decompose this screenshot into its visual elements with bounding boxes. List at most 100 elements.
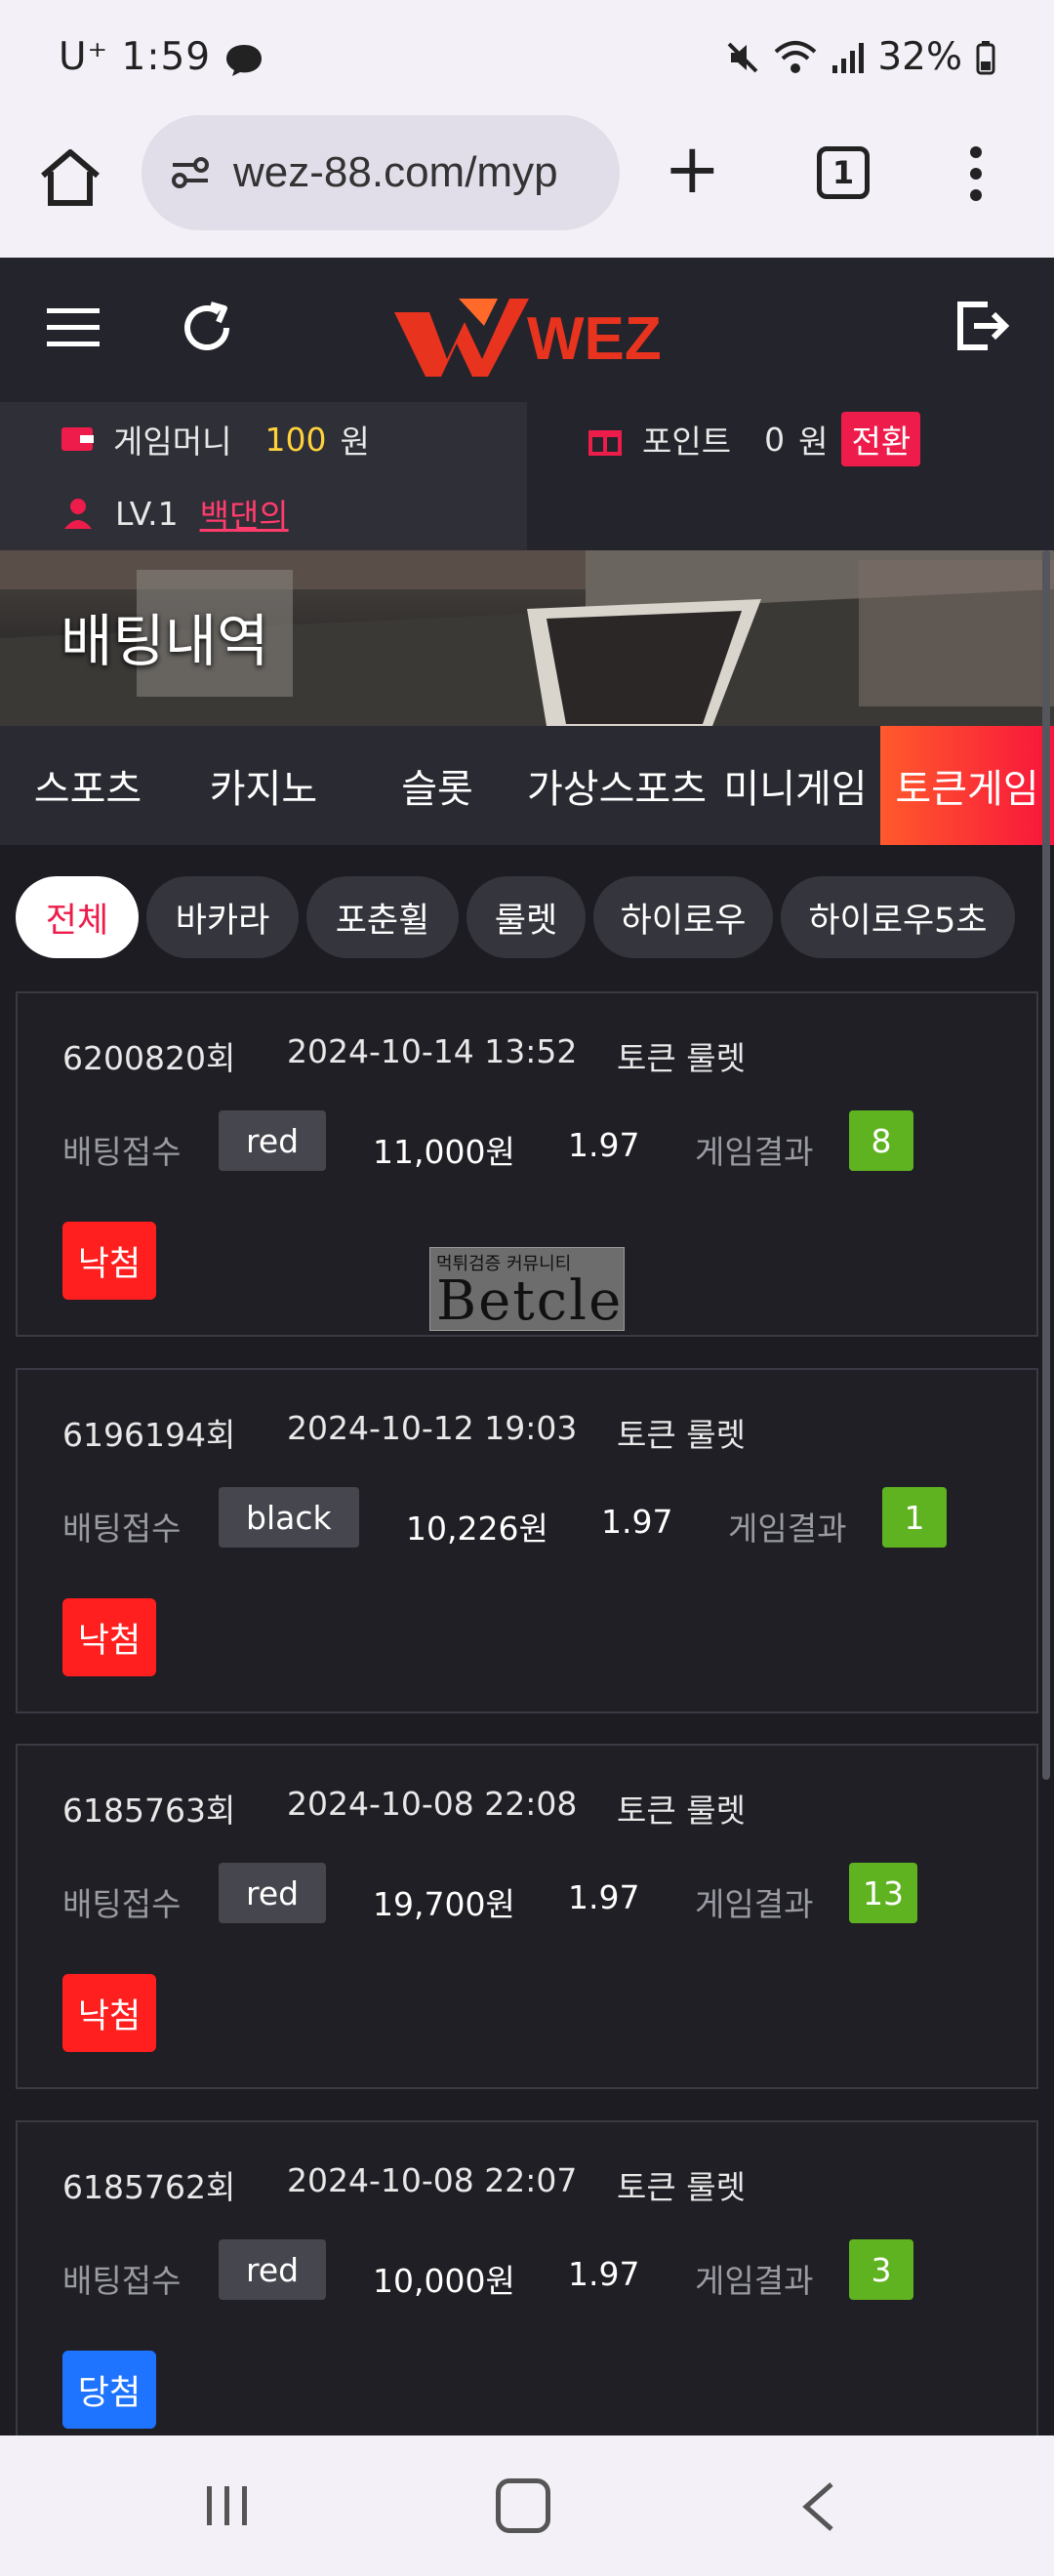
bet-amount: 10,226원 [406,1509,548,1548]
bet-round: 6200820회 [62,1039,236,1077]
point-unit: 원 [798,423,829,461]
url-text: wez-88.com/myp [233,148,558,196]
tab-virtual-sports[interactable]: 가상스포츠 [523,726,710,845]
signal-icon [832,42,865,73]
user-level: LV.1 백댄의 [0,476,527,550]
level-text: LV.1 [115,494,179,533]
user-icon [64,499,92,529]
site-header: WEZ [0,258,1054,402]
new-tab-button[interactable]: + [664,135,721,203]
messenger-icon [225,44,262,76]
result-label: 게임결과 [728,1509,847,1548]
bet-odds: 1.97 [601,1503,673,1541]
gift-icon [588,430,622,456]
tab-casino[interactable]: 카지노 [176,726,351,845]
user-info-row: LV.1 백댄의 [0,476,1054,550]
status-badge: 당첨 [62,2351,156,2429]
tab-token-game[interactable]: 토큰게임 [880,726,1054,845]
bet-round: 6185763회 [62,1791,236,1830]
tab-switcher-button[interactable]: 1 [817,146,870,199]
filter-roulette[interactable]: 룰렛 [466,876,586,958]
account-info-row: 게임머니 100 원 포인트 0 원 전환 [0,402,1054,476]
refresh-icon[interactable] [176,297,238,359]
status-badge: 낙첨 [62,1222,156,1300]
bet-datetime: 2024-10-12 19:03 [287,1409,578,1447]
battery-icon [976,40,995,74]
bet-pick: red [219,1110,327,1171]
bet-label: 배팅접수 [62,2262,182,2300]
status-badge: 낙첨 [62,1598,156,1676]
bet-label: 배팅접수 [62,1133,182,1171]
tab-sports[interactable]: 스포츠 [0,726,176,845]
bet-game: 토큰 룰렛 [617,1791,746,1830]
filter-fortune-wheel[interactable]: 포춘휠 [306,876,459,958]
wallet-icon [61,427,94,451]
result-badge: 1 [882,1487,947,1548]
logout-icon[interactable] [953,297,1011,355]
status-badge: 낙첨 [62,1974,156,2052]
scrollbar[interactable] [1042,550,1050,1780]
bet-label: 배팅접수 [62,1509,182,1548]
address-bar[interactable]: wez-88.com/myp [142,115,620,230]
point-value: 0 [764,420,786,459]
result-label: 게임결과 [695,2262,814,2300]
filter-all[interactable]: 전체 [16,876,139,958]
status-bar: U⁺ 1:59 32% [0,0,1054,115]
home-icon[interactable] [35,142,105,213]
game-money: 게임머니 100 원 [0,402,527,476]
bet-card: 6196194회 2024-10-12 19:03 토큰 룰렛 배팅접수 bla… [16,1368,1038,1713]
carrier-time: U⁺ 1:59 [59,35,264,79]
points: 포인트 0 원 전환 [527,402,1054,476]
bet-amount: 19,700원 [373,1885,515,1923]
bet-datetime: 2024-10-14 13:52 [287,1032,578,1070]
more-menu-icon[interactable] [968,144,984,203]
system-nav-bar [0,2435,1054,2576]
watermark: 먹튀검증 커뮤니티 Betcle [429,1247,625,1333]
recent-apps-icon[interactable] [203,2482,252,2529]
site-settings-icon[interactable] [169,151,212,194]
filter-baccarat[interactable]: 바카라 [146,876,299,958]
bet-odds: 1.97 [568,2255,640,2293]
bet-game: 토큰 룰렛 [617,1039,746,1077]
convert-button[interactable]: 전환 [841,412,921,466]
page: U⁺ 1:59 32% wez-88.com/myp + 1 WEZ 게임머니 … [0,0,1054,2576]
battery-percent: 32% [877,35,962,79]
tab-slot[interactable]: 슬롯 [351,726,523,845]
wifi-icon [774,40,817,73]
bet-datetime: 2024-10-08 22:07 [287,2161,578,2199]
bet-odds: 1.97 [568,1126,640,1164]
result-label: 게임결과 [695,1133,814,1171]
bet-pick: red [219,1863,327,1923]
filter-hilo[interactable]: 하이로우 [593,876,773,958]
filter-hilo-5sec[interactable]: 하이로우5초 [781,876,1015,958]
hamburger-menu-icon[interactable] [47,306,100,349]
point-label: 포인트 [642,423,732,461]
money-value: 100 [264,420,327,459]
watermark-logo: Betcle [436,1269,624,1333]
bet-game: 토큰 룰렛 [617,1416,746,1454]
bet-round: 6196194회 [62,1416,236,1454]
username-link[interactable]: 백댄의 [200,490,289,537]
bet-round: 6185762회 [62,2168,236,2206]
site-logo[interactable]: WEZ [390,283,673,381]
page-title: 배팅내역 [61,608,269,674]
bet-odds: 1.97 [568,1878,640,1916]
back-icon[interactable] [798,2480,837,2533]
bet-amount: 10,000원 [373,2262,515,2300]
result-badge: 3 [849,2239,913,2300]
bet-card: 6185762회 2024-10-08 22:07 토큰 룰렛 배팅접수 red… [16,2120,1038,2452]
page-banner: 배팅내역 [0,550,1054,726]
bet-datetime: 2024-10-08 22:08 [287,1785,578,1823]
home-button-icon[interactable] [496,2478,550,2533]
tab-mini-game[interactable]: 미니게임 [710,726,880,845]
money-label: 게임머니 [113,423,232,461]
game-filter-tabs: 전체 바카라 포춘휠 룰렛 하이로우 하이로우5초 [16,876,1054,958]
bet-label: 배팅접수 [62,1885,182,1923]
result-badge: 13 [849,1863,917,1923]
bet-pick: red [219,2239,327,2300]
logo-text: WEZ [527,305,662,373]
bet-game: 토큰 룰렛 [617,2168,746,2206]
mute-icon [727,42,758,72]
bet-card: 6185763회 2024-10-08 22:08 토큰 룰렛 배팅접수 red… [16,1744,1038,2089]
category-tabs: 스포츠 카지노 슬롯 가상스포츠 미니게임 토큰게임 [0,726,1054,845]
